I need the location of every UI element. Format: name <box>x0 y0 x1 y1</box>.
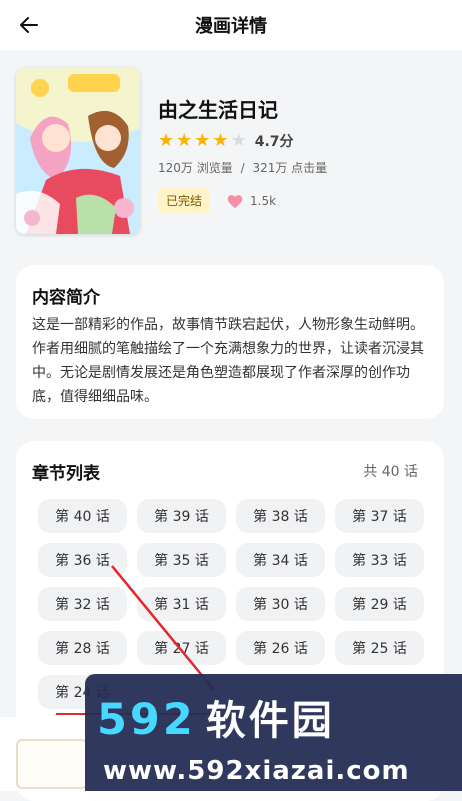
chapter-item[interactable]: 第 38 话 <box>236 499 325 533</box>
rating: ★ ★ ★ ★ ★ 4.7分 <box>158 131 448 151</box>
chapter-item[interactable]: 第 36 话 <box>38 543 127 577</box>
like-button[interactable]: 1.5k <box>226 193 276 209</box>
watermark-url: www.592xiazai.com <box>103 756 410 786</box>
chapter-item[interactable]: 第 25 话 <box>335 631 424 665</box>
chapter-item[interactable]: 第 33 话 <box>335 543 424 577</box>
chapter-count: 共 40 话 <box>363 464 418 480</box>
chapter-item[interactable]: 第 32 话 <box>38 587 127 621</box>
back-button[interactable] <box>14 10 44 40</box>
comic-title: 由之生活日记 <box>158 98 278 122</box>
star-filled-icon: ★ <box>194 130 211 151</box>
status-badge: 已完结 <box>158 188 211 213</box>
watermark-cn: 软件园 <box>205 698 335 744</box>
intro-card: 内容简介 这是一部精彩的作品，故事情节跌宕起伏，人物形象生动鲜明。作者用细腻的笔… <box>16 265 444 419</box>
chapter-item[interactable]: 第 39 话 <box>137 499 226 533</box>
chapter-item[interactable]: 第 26 话 <box>236 631 325 665</box>
watermark-banner: 592 软件园 www.592xiazai.com <box>85 674 462 791</box>
star-filled-icon: ★ <box>212 130 229 151</box>
stats-separator: / <box>240 161 245 175</box>
likes-count: 1.5k <box>250 193 277 208</box>
heart-icon <box>227 194 243 208</box>
star-empty-icon: ★ <box>230 130 247 151</box>
chapter-item[interactable]: 第 29 话 <box>335 587 424 621</box>
chapter-item[interactable]: 第 31 话 <box>137 587 226 621</box>
chapter-item[interactable]: 第 40 话 <box>38 499 127 533</box>
intro-text: 这是一部精彩的作品，故事情节跌宕起伏，人物形象生动鲜明。作者用细腻的笔触描绘了一… <box>32 317 424 405</box>
chapter-item[interactable]: 第 27 话 <box>137 631 226 665</box>
star-filled-icon: ★ <box>158 130 175 151</box>
watermark-main: 592 <box>97 695 196 745</box>
chapter-item[interactable]: 第 37 话 <box>335 499 424 533</box>
watermark-logo: 592 软件园 <box>97 688 335 746</box>
star-filled-icon: ★ <box>176 130 193 151</box>
intro-heading: 内容简介 <box>32 288 100 308</box>
view-stats: 120万 浏览量 / 321万 点击量 <box>158 159 448 176</box>
chapter-item[interactable]: 第 28 话 <box>38 631 127 665</box>
top-bar: 漫画详情 <box>0 0 462 50</box>
bottom-action-button[interactable] <box>16 739 88 789</box>
cover-illustration <box>16 68 140 234</box>
comic-meta: 已完结 1.5k <box>158 188 448 213</box>
chapter-item[interactable]: 第 34 话 <box>236 543 325 577</box>
arrow-left-icon <box>20 17 38 33</box>
comic-cover-image[interactable] <box>16 68 140 234</box>
rating-score: 4.7分 <box>254 134 294 150</box>
comic-header: 由之生活日记 ★ ★ ★ ★ ★ 4.7分 120万 浏览量 / 321万 点击… <box>0 50 462 250</box>
page-title: 漫画详情 <box>195 16 267 37</box>
chapter-item[interactable]: 第 30 话 <box>236 587 325 621</box>
chapter-list-heading: 章节列表 <box>32 464 100 484</box>
comic-info: 由之生活日记 ★ ★ ★ ★ ★ 4.7分 120万 浏览量 / 321万 点击… <box>158 94 448 213</box>
clicks-count: 321万 点击量 <box>252 161 328 175</box>
chapter-item[interactable]: 第 35 话 <box>137 543 226 577</box>
views-count: 120万 浏览量 <box>158 161 233 175</box>
